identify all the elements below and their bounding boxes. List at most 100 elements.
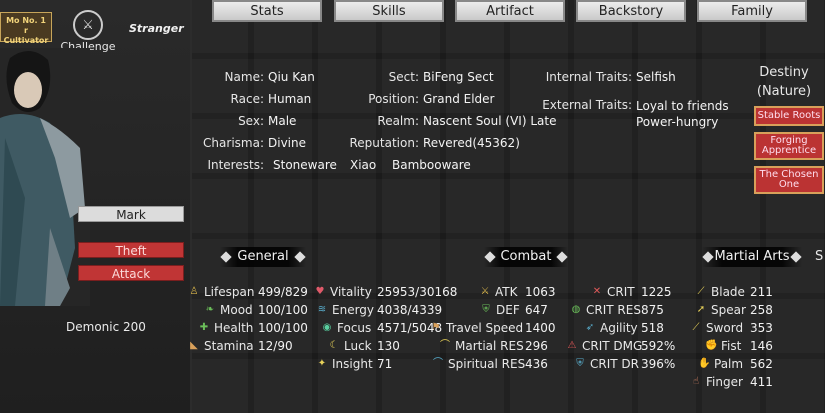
charisma-value: Divine — [268, 136, 306, 150]
sect-value: BiFeng Sect — [423, 70, 494, 84]
stat-fist: ✊ Fist — [705, 337, 741, 355]
crit-icon: ✕ — [592, 286, 602, 297]
stat-energy: ≋ Energy — [316, 301, 374, 319]
stat-name: Energy — [332, 303, 375, 317]
section-header-general: General — [220, 247, 306, 267]
stat-focus: ◉ Focus — [321, 319, 372, 337]
tab-skills[interactable]: Skills — [334, 0, 444, 22]
stat-value: 1063 — [525, 285, 556, 299]
stat-name: Sword — [706, 321, 744, 335]
stat-vitality: ♥ Vitality — [314, 283, 372, 301]
fist-icon: ✊ — [705, 340, 718, 351]
tab-stats[interactable]: Stats — [212, 0, 322, 22]
stat-name: Finger — [706, 375, 743, 389]
stat-spiritual-res: ⌒ Spiritual RES — [432, 355, 525, 373]
stat-value: 211 — [750, 285, 773, 299]
stat-value: 1225 — [641, 285, 672, 299]
mark-button[interactable]: Mark — [78, 206, 184, 222]
stat-name: Palm — [714, 357, 744, 371]
finger-icon: ☝ — [692, 376, 700, 387]
stat-value: 499/829 — [258, 285, 308, 299]
stat-name: Blade — [711, 285, 745, 299]
theft-button[interactable]: Theft — [78, 242, 184, 258]
interest-item: Xiao — [350, 158, 377, 172]
stat-name: Lifespan — [204, 285, 255, 299]
stat-palm: ✋ Palm — [698, 355, 743, 373]
stat-value: 100/100 — [258, 303, 308, 317]
race-value: Human — [268, 92, 312, 106]
spiritual-res-icon: ⌒ — [433, 358, 443, 369]
stat-name: Insight — [332, 357, 373, 371]
external-trait-item: Power-hungry — [636, 115, 719, 129]
stat-finger: ☝ Finger — [690, 373, 743, 391]
stat-stamina: ◣ Stamina — [188, 337, 254, 355]
palm-icon: ✋ — [698, 358, 711, 369]
sect-label: Sect: — [388, 70, 419, 84]
stat-value: 12/90 — [258, 339, 293, 353]
tab-backstory[interactable]: Backstory — [576, 0, 686, 22]
destiny-item-stable-roots[interactable]: Stable Roots — [754, 106, 824, 126]
swords-icon: ⚔ — [480, 286, 490, 297]
section-header-combat: Combat — [484, 247, 568, 267]
stat-atk: ⚔ ATK — [479, 283, 518, 301]
stat-health: ✚ Health — [198, 319, 254, 337]
stat-value: 25953/30168 — [377, 285, 458, 299]
martial-res-icon: ⌒ — [440, 340, 450, 351]
agility-icon: ➶ — [585, 322, 595, 333]
stat-value: 258 — [750, 303, 773, 317]
character-panel: Mo No. 1 r Cultivator ⚔ Challenge Strang… — [0, 0, 190, 413]
stat-name: Agility — [600, 321, 638, 335]
stat-name: ATK — [495, 285, 518, 299]
name-value: Qiu Kan — [268, 70, 315, 84]
stat-value: 875 — [641, 303, 664, 317]
race-label: Race: — [230, 92, 264, 106]
spear-icon: ➚ — [696, 304, 706, 315]
stat-crit-res: ◍ CRIT RES — [570, 301, 641, 319]
charisma-label: Charisma: — [203, 136, 264, 150]
stat-def: ⛨ DEF — [480, 301, 519, 319]
blade-icon: ⟋ — [697, 286, 705, 297]
realm-label: Realm: — [377, 114, 419, 128]
crit-dmg-icon: ⚠ — [567, 340, 577, 351]
tab-family[interactable]: Family — [697, 0, 807, 22]
eye-icon: ◉ — [322, 322, 332, 333]
name-label: Name: — [224, 70, 264, 84]
stat-value: 1400 — [525, 321, 556, 335]
attack-button[interactable]: Attack — [78, 265, 184, 281]
stat-value: 130 — [377, 339, 400, 353]
rank-badge-text: Mo No. 1 r Cultivator — [3, 16, 49, 45]
stat-name: Travel Speed — [446, 321, 524, 335]
destiny-item-the-chosen-one[interactable]: The Chosen One — [754, 166, 824, 194]
health-icon: ✚ — [199, 322, 209, 333]
external-traits-label: External Traits: — [542, 98, 632, 112]
stat-name: Luck — [344, 339, 372, 353]
stat-travel-speed: ⚑ Travel Speed — [430, 319, 524, 337]
stat-blade: ⟋ Blade — [695, 283, 745, 301]
stat-name: CRIT DR — [590, 357, 639, 371]
stat-value: 296 — [525, 339, 548, 353]
position-label: Position: — [368, 92, 419, 106]
realm-value: Nascent Soul (VI) Late — [423, 114, 557, 128]
rank-badge: Mo No. 1 r Cultivator — [0, 12, 52, 45]
stat-name: Spiritual RES — [448, 357, 526, 371]
internal-traits-value: Selfish — [636, 70, 676, 84]
destiny-title: Destiny (Nature) — [756, 63, 812, 101]
reputation-label: Reputation: — [349, 136, 420, 150]
stat-agility: ➶ Agility — [584, 319, 638, 337]
stat-value: 100/100 — [258, 321, 308, 335]
boot-icon: ⚑ — [431, 322, 441, 333]
interests-label: Interests: — [207, 158, 264, 172]
destiny-item-forging-apprentice[interactable]: Forging Apprentice — [754, 132, 824, 160]
tab-artifact[interactable]: Artifact — [455, 0, 565, 22]
crossed-swords-icon: ⚔ — [73, 10, 103, 40]
stat-insight: ✦ Insight — [316, 355, 373, 373]
stat-spear: ➚ Spear — [695, 301, 746, 319]
demonic-value: Demonic 200 — [66, 320, 146, 334]
section-header-martial-arts: Martial Arts — [702, 247, 802, 267]
stat-name: CRIT DMG — [582, 339, 643, 353]
stat-value: 71 — [377, 357, 393, 371]
challenge-button[interactable]: ⚔ Challenge — [60, 10, 116, 53]
stat-name: Mood — [220, 303, 253, 317]
stat-value: 4038/4339 — [377, 303, 443, 317]
crit-dr-icon: ⛨ — [576, 358, 584, 369]
